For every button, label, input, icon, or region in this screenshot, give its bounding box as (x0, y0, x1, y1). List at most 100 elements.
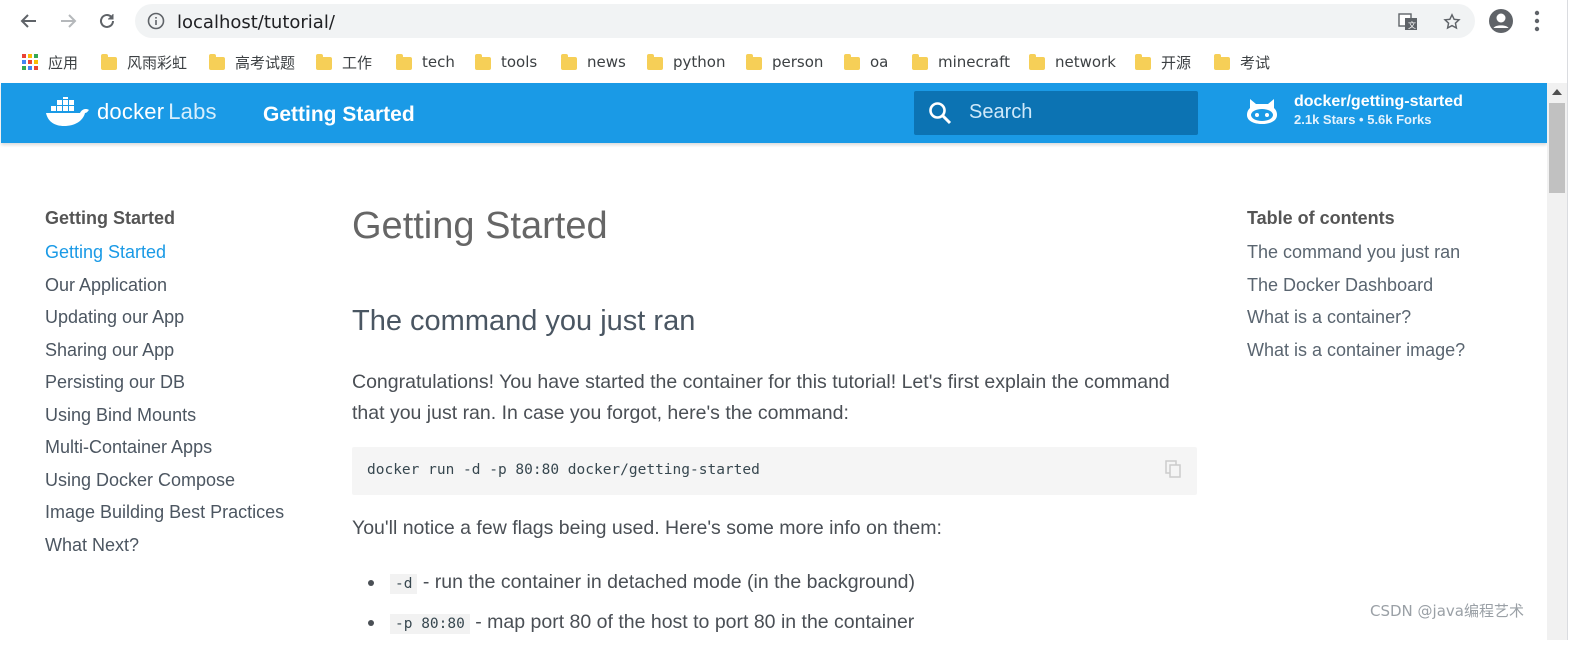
bookmark-folder[interactable]: tech (396, 52, 455, 72)
flags-list: -d - run the container in detached mode … (352, 567, 915, 647)
flag-description: - map port 80 of the host to port 80 in … (469, 611, 915, 633)
folder-icon (844, 53, 860, 70)
nav-section-title: Getting Started (45, 208, 176, 228)
repo-name: docker/getting-started (1294, 93, 1463, 110)
brand-labs-text: Labs (168, 99, 217, 124)
translate-icon[interactable]: 文 (1398, 13, 1418, 31)
back-button[interactable] (14, 6, 44, 36)
nav-item-using-docker-compose[interactable]: Using Docker Compose (45, 468, 284, 501)
flags-intro-paragraph: You'll notice a few flags being used. He… (352, 517, 942, 539)
bookmark-folder[interactable]: minecraft (912, 52, 1010, 72)
folder-icon (101, 53, 117, 70)
folder-icon (912, 53, 928, 70)
svg-text:文: 文 (1408, 20, 1416, 30)
code-block: docker run -d -p 80:80 docker/getting-st… (352, 447, 1197, 495)
left-navigation: Getting Started Getting Started Our Appl… (45, 208, 284, 565)
list-item: -p 80:80 - map port 80 of the host to po… (352, 607, 915, 647)
folder-icon (1029, 53, 1045, 70)
bookmark-label: news (587, 53, 626, 71)
bookmark-folder[interactable]: 高考试题 (209, 52, 295, 72)
docker-labs-logo[interactable]: docker Labs (45, 97, 217, 127)
docker-whale-icon (46, 97, 89, 126)
toc-item-what-is-image[interactable]: What is a container image? (1247, 338, 1465, 371)
bookmark-folder[interactable]: network (1029, 52, 1116, 72)
url-text[interactable]: localhost/tutorial/ (177, 12, 335, 33)
folder-icon (209, 53, 225, 70)
bookmark-label: tools (501, 53, 538, 71)
nav-item-our-application[interactable]: Our Application (45, 273, 284, 306)
info-icon[interactable] (147, 12, 165, 30)
intro-paragraph: Congratulations! You have started the co… (352, 371, 1170, 424)
folder-icon (396, 53, 412, 70)
nav-item-getting-started[interactable]: Getting Started (45, 240, 284, 273)
search-placeholder: Search (969, 101, 1033, 123)
nav-item-multi-container-apps[interactable]: Multi-Container Apps (45, 435, 284, 468)
bookmark-folder[interactable]: 考试 (1214, 52, 1270, 72)
nav-item-using-bind-mounts[interactable]: Using Bind Mounts (45, 403, 284, 436)
forward-arrow-icon (61, 14, 77, 28)
address-bar[interactable]: localhost/tutorial/ 文 (135, 4, 1475, 38)
table-of-contents: Table of contents The command you just r… (1247, 208, 1465, 370)
bookmark-folder[interactable]: 工作 (316, 52, 372, 72)
flag-code: -p 80:80 (390, 614, 470, 634)
bookmark-folder[interactable]: python (647, 52, 725, 72)
bookmark-label: python (673, 53, 726, 71)
bookmark-apps[interactable]: 应用 (22, 52, 78, 72)
browser-toolbar: localhost/tutorial/ 文 (0, 0, 1595, 42)
bookmark-label: 高考试题 (235, 53, 296, 72)
more-menu-icon[interactable] (1532, 8, 1542, 34)
bookmark-folder[interactable]: tools (475, 52, 537, 72)
main-content: Getting Started The command you just ran… (352, 205, 1197, 634)
search-input[interactable]: Search (914, 91, 1198, 135)
bookmark-folder[interactable]: news (561, 52, 626, 72)
bookmark-label: 风雨彩虹 (127, 53, 188, 72)
toc-item-dashboard[interactable]: The Docker Dashboard (1247, 273, 1465, 306)
folder-icon (1135, 53, 1151, 70)
github-repo-link[interactable]: docker/getting-started 2.1k Stars • 5.6k… (1246, 93, 1463, 127)
header-title[interactable]: Getting Started (263, 103, 415, 127)
scroll-thumb[interactable] (1549, 103, 1565, 193)
toc-item-command[interactable]: The command you just ran (1247, 240, 1465, 273)
scroll-up-arrow-icon[interactable] (1552, 89, 1562, 95)
bookmark-label: tech (422, 53, 455, 71)
bookmark-label: 工作 (342, 53, 373, 72)
brand-docker-text: docker (97, 99, 165, 124)
command-code[interactable]: docker run -d -p 80:80 docker/getting-st… (367, 462, 760, 478)
bookmark-label: 应用 (48, 53, 79, 72)
bookmark-label: minecraft (938, 53, 1011, 71)
folder-icon (1214, 53, 1230, 70)
apps-grid-icon (22, 54, 38, 70)
bookmark-folder[interactable]: 开源 (1135, 52, 1191, 72)
star-icon[interactable] (1442, 13, 1462, 31)
bookmark-folder[interactable]: person (746, 52, 823, 72)
nav-item-sharing-our-app[interactable]: Sharing our App (45, 338, 284, 371)
folder-icon (316, 53, 332, 70)
section-heading: The command you just ran (352, 305, 696, 337)
reload-button[interactable] (92, 6, 122, 36)
bookmark-label: 考试 (1240, 53, 1271, 72)
flag-description: - run the container in detached mode (in… (417, 571, 916, 593)
nav-item-updating-our-app[interactable]: Updating our App (45, 305, 284, 338)
nav-item-image-building[interactable]: Image Building Best Practices (45, 500, 284, 533)
folder-icon (647, 53, 663, 70)
folder-icon (746, 53, 762, 70)
bookmarks-bar: 应用 风雨彩虹 高考试题 工作 tech tools news python p… (0, 42, 1595, 82)
repo-stats: 2.1k Stars • 5.6k Forks (1294, 112, 1432, 127)
forward-button[interactable] (53, 6, 83, 36)
toc-item-what-is-container[interactable]: What is a container? (1247, 305, 1465, 338)
back-arrow-icon (20, 14, 36, 28)
toc-title: Table of contents (1247, 208, 1395, 228)
copy-icon[interactable] (1165, 460, 1181, 478)
watermark: CSDN @java编程艺术 (1370, 602, 1524, 620)
bookmark-folder[interactable]: oa (844, 52, 888, 72)
nav-item-what-next[interactable]: What Next? (45, 533, 284, 566)
page-title: Getting Started (352, 205, 608, 247)
bookmark-label: person (772, 53, 824, 71)
bookmark-label: oa (870, 53, 889, 71)
nav-item-persisting-our-db[interactable]: Persisting our DB (45, 370, 284, 403)
profile-avatar-icon[interactable] (1488, 8, 1514, 34)
bookmark-label: 开源 (1161, 53, 1192, 72)
vertical-scrollbar[interactable] (1547, 83, 1567, 640)
bookmark-folder[interactable]: 风雨彩虹 (101, 52, 187, 72)
folder-icon (561, 53, 577, 70)
